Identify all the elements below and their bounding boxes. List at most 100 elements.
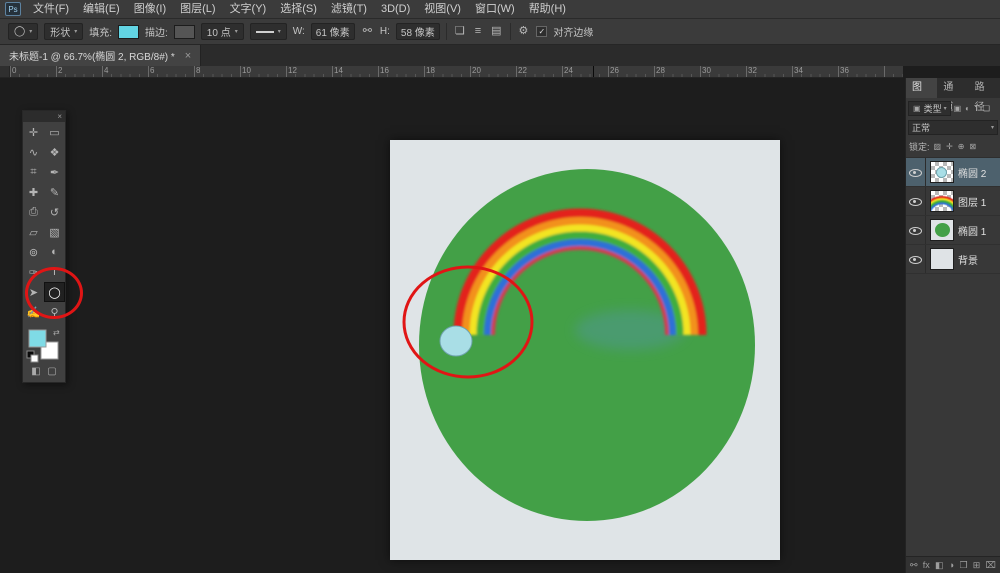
adjustment-layer-icon[interactable]: ◑ <box>949 557 954 573</box>
menu-item-file[interactable]: 文件(F) <box>26 0 76 19</box>
link-layers-icon[interactable]: ⚯ <box>910 557 918 573</box>
new-layer-icon[interactable]: ⊞ <box>973 557 981 573</box>
ruler-tick-label: 26 <box>608 66 654 76</box>
close-icon[interactable]: × <box>57 111 62 122</box>
quick-mask-button[interactable]: ◧ <box>31 366 40 377</box>
layer-thumbnail[interactable] <box>930 248 954 270</box>
menu-item-view[interactable]: 视图(V) <box>417 0 468 19</box>
document-tab[interactable]: 未标题-1 @ 66.7%(椭圆 2, RGB/8#) * × <box>0 45 201 66</box>
menu-item-filter[interactable]: 滤镜(T) <box>324 0 374 19</box>
layer-row-ellipse-2[interactable]: 椭圆 2 <box>906 158 1000 187</box>
menu-item-window[interactable]: 窗口(W) <box>468 0 522 19</box>
tool-dodge[interactable]: ◐ <box>44 242 65 262</box>
fill-label: 填充: <box>89 24 112 39</box>
layer-row-background[interactable]: 背景 <box>906 245 1000 274</box>
tool-quick-select[interactable]: ❖ <box>44 142 65 162</box>
path-arrangement-button[interactable]: ▤ <box>489 23 503 40</box>
layer-row-layer-1[interactable]: 图层 1 <box>906 187 1000 216</box>
tool-eyedropper[interactable]: ✒ <box>44 162 65 182</box>
screen-mode-button[interactable]: ▢ <box>47 366 56 377</box>
chevron-down-icon: ▾ <box>944 105 947 112</box>
tool-lasso[interactable]: ∿ <box>23 142 44 162</box>
tools-panel-header[interactable]: × <box>23 111 65 122</box>
layer-visibility-toggle[interactable] <box>906 216 926 244</box>
tool-eraser[interactable]: ▱ <box>23 222 44 242</box>
tool-mode-dropdown[interactable]: 形状 ▾ <box>44 23 83 40</box>
menubar: Ps 文件(F) 编辑(E) 图像(I) 图层(L) 文字(Y) 选择(S) 滤… <box>0 0 1000 19</box>
tool-healing-brush[interactable]: ✚ <box>23 182 44 202</box>
layer-visibility-toggle[interactable] <box>906 187 926 215</box>
filter-shape-icon[interactable]: ❏ <box>982 104 991 113</box>
menu-item-select[interactable]: 选择(S) <box>273 0 324 19</box>
path-operations-button[interactable]: ❏ <box>453 23 467 40</box>
filter-pixel-icon[interactable]: ▣ <box>953 104 963 113</box>
add-mask-icon[interactable]: ◧ <box>935 557 944 573</box>
tool-brush[interactable]: ✎ <box>44 182 65 202</box>
tab-paths[interactable]: 路径 <box>969 78 1000 98</box>
separator <box>510 23 511 40</box>
menu-item-layer[interactable]: 图层(L) <box>173 0 222 19</box>
lock-pixels-icon[interactable]: ⊕ <box>957 142 966 151</box>
filter-type-icon[interactable]: T <box>973 104 980 113</box>
tool-zoom[interactable]: ⚲ <box>44 302 65 322</box>
tool-marquee[interactable]: ▭ <box>44 122 65 142</box>
tool-history-brush[interactable]: ↺ <box>44 202 65 222</box>
ruler-tick-label: 12 <box>286 66 332 76</box>
default-colors-icon[interactable] <box>31 355 38 362</box>
layer-thumbnail[interactable] <box>930 161 954 183</box>
menu-item-3d[interactable]: 3D(D) <box>374 0 417 19</box>
layers-panel-footer: ⚯ fx ◧ ◑ ❒ ⊞ ⌧ <box>906 556 1000 573</box>
shape-height-field[interactable]: 58 像素 <box>396 23 440 40</box>
tools-panel: × ✛ ▭ ∿ ❖ ⌗ ✒ ✚ ✎ ⎙ ↺ ▱ ▧ ⊚ ◐ ✑ T ➤ ◯ <box>22 110 66 383</box>
swap-colors-icon[interactable]: ⇄ <box>53 328 60 337</box>
close-icon[interactable]: × <box>185 50 191 62</box>
shape-width-field[interactable]: 61 像素 <box>311 23 355 40</box>
stroke-width-dropdown[interactable]: 10 点 ▾ <box>201 23 244 40</box>
tool-path-select[interactable]: ➤ <box>23 282 44 302</box>
canvas-document[interactable] <box>390 140 780 560</box>
layer-row-ellipse-1[interactable]: 椭圆 1 <box>906 216 1000 245</box>
foreground-color-swatch[interactable] <box>29 330 46 347</box>
ruler-tick-label: 20 <box>470 66 516 76</box>
blend-mode-dropdown[interactable]: 正常 ▾ <box>908 120 998 135</box>
horizontal-ruler[interactable]: 0 2 4 6 8 10 12 14 16 18 20 22 24 26 28 … <box>0 66 903 78</box>
tool-pen[interactable]: ✑ <box>23 262 44 282</box>
layer-visibility-toggle[interactable] <box>906 158 926 186</box>
gear-icon[interactable]: ⚙ <box>517 23 531 40</box>
layer-filter-dropdown[interactable]: ▣ 类型 ▾ <box>908 101 951 116</box>
stroke-style-dropdown[interactable]: ▾ <box>250 23 287 40</box>
tool-blur[interactable]: ⊚ <box>23 242 44 262</box>
lock-position-icon[interactable]: ✛ <box>945 142 954 151</box>
tool-type[interactable]: T <box>44 262 65 282</box>
menu-item-edit[interactable]: 编辑(E) <box>76 0 127 19</box>
tool-crop[interactable]: ⌗ <box>23 162 44 182</box>
link-dimensions-icon[interactable]: ⚯ <box>361 23 374 40</box>
tool-ellipse[interactable]: ◯ <box>44 282 65 302</box>
layer-thumbnail[interactable] <box>930 219 954 241</box>
path-alignment-button[interactable]: ≡ <box>473 23 483 40</box>
new-group-icon[interactable]: ❒ <box>959 557 967 573</box>
lock-transparency-icon[interactable]: ▨ <box>933 142 943 151</box>
layer-thumbnail[interactable] <box>930 190 954 212</box>
tab-channels[interactable]: 通道 <box>937 78 968 98</box>
menu-item-type[interactable]: 文字(Y) <box>223 0 274 19</box>
tool-gradient[interactable]: ▧ <box>44 222 65 242</box>
delete-layer-icon[interactable]: ⌧ <box>986 557 996 573</box>
tool-clone-stamp[interactable]: ⎙ <box>23 202 44 222</box>
filter-kind-icon: ▣ <box>912 104 922 113</box>
align-edges-checkbox[interactable]: ✓ <box>536 26 547 37</box>
tool-move[interactable]: ✛ <box>23 122 44 142</box>
stroke-color-swatch[interactable] <box>174 25 195 39</box>
lock-all-icon[interactable]: ⊠ <box>968 142 977 151</box>
menu-item-image[interactable]: 图像(I) <box>127 0 173 19</box>
layer-effects-icon[interactable]: fx <box>923 557 930 573</box>
toolbox-bottom-row: ◧ ▢ <box>23 365 65 382</box>
layer-visibility-toggle[interactable] <box>906 245 926 273</box>
filter-adjustment-icon[interactable]: ◐ <box>964 104 971 113</box>
tool-preset-dropdown[interactable]: ◯ ▾ <box>8 23 38 40</box>
canvas-workspace[interactable]: × ✛ ▭ ∿ ❖ ⌗ ✒ ✚ ✎ ⎙ ↺ ▱ ▧ ⊚ ◐ ✑ T ➤ ◯ <box>0 78 903 573</box>
menu-item-help[interactable]: 帮助(H) <box>522 0 573 19</box>
tab-layers[interactable]: 图层 <box>906 78 937 98</box>
tool-hand[interactable]: ✍ <box>23 302 44 322</box>
fill-color-swatch[interactable] <box>118 25 139 39</box>
